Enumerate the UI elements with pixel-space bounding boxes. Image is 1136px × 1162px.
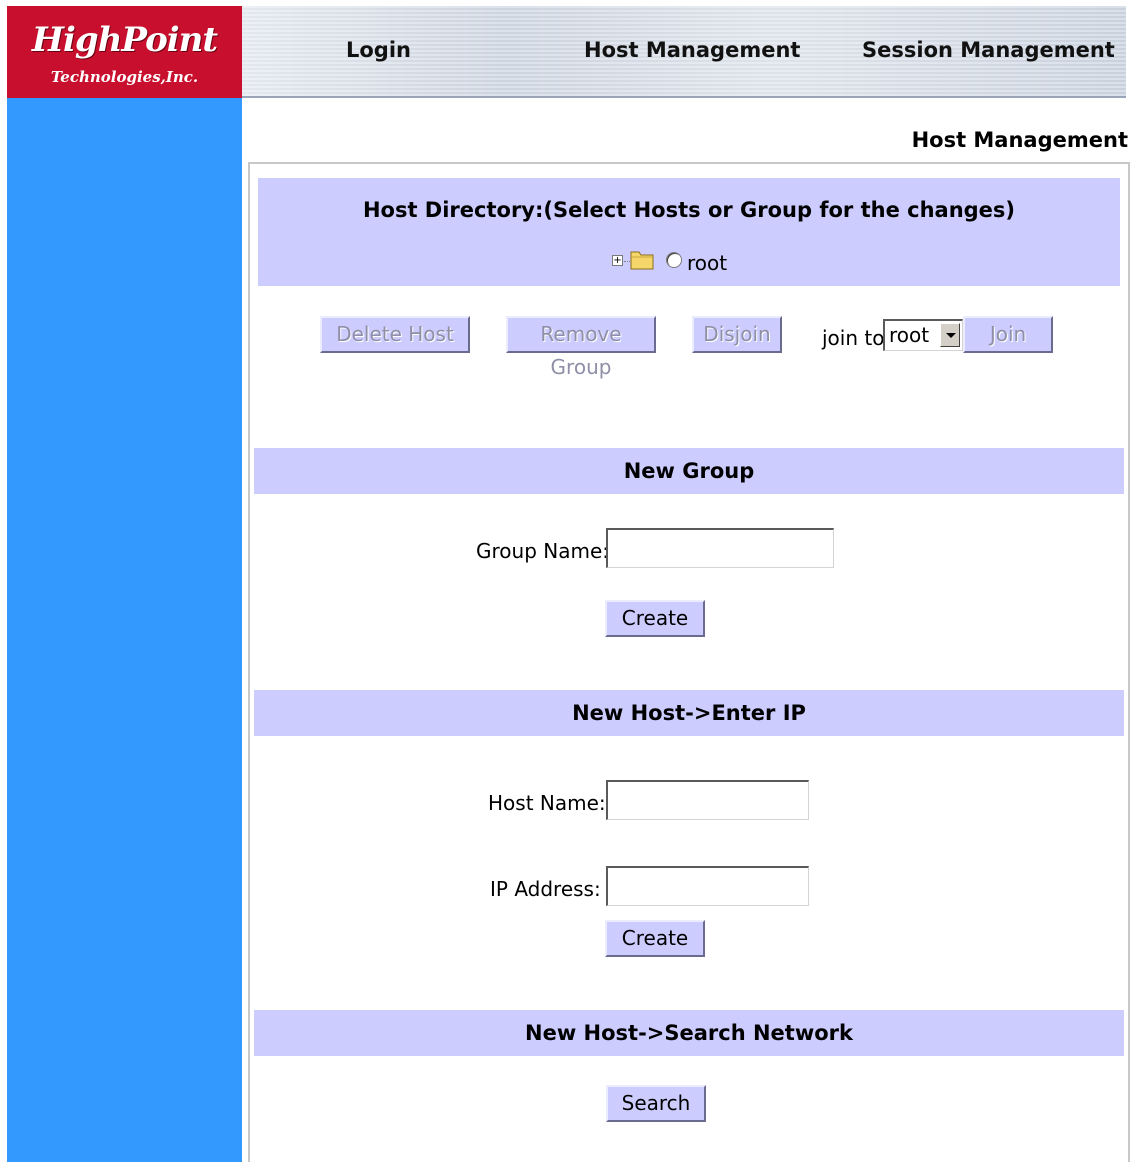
create-group-button[interactable]: Create: [605, 600, 705, 637]
new-host-search-header: New Host->Search Network: [254, 1010, 1124, 1056]
group-name-input[interactable]: [606, 528, 834, 568]
ip-address-input[interactable]: [606, 866, 809, 906]
sidebar: [7, 98, 242, 1162]
logo-wordmark: HighPoint: [31, 20, 218, 60]
highpoint-logo: HighPoint Technologies,Inc.: [7, 6, 242, 98]
nav-login[interactable]: Login: [346, 38, 411, 62]
host-name-label: Host Name:: [488, 791, 606, 815]
new-host-ip-header: New Host->Enter IP: [254, 690, 1124, 736]
chevron-down-icon[interactable]: [940, 323, 960, 347]
tree-root-label: root: [687, 251, 728, 275]
main-content-frame: Host Directory:(Select Hosts or Group fo…: [248, 162, 1130, 1162]
remove-group-button[interactable]: Remove Group: [506, 316, 656, 379]
join-target-select[interactable]: root: [883, 319, 963, 351]
host-directory-header: Host Directory:(Select Hosts or Group fo…: [362, 198, 1016, 222]
nav-host-management[interactable]: Host Management: [584, 38, 800, 62]
nav-session-management[interactable]: Session Management: [862, 38, 1115, 62]
root-radio[interactable]: [666, 252, 682, 268]
group-name-label: Group Name:: [476, 539, 609, 563]
join-button[interactable]: Join: [963, 316, 1053, 353]
delete-host-button[interactable]: Delete Host: [320, 316, 470, 353]
join-to-label: join to: [822, 326, 885, 350]
search-network-button[interactable]: Search: [606, 1085, 706, 1122]
ip-address-label: IP Address:: [490, 877, 601, 901]
create-host-button[interactable]: Create: [605, 920, 705, 957]
join-target-value: root: [889, 323, 930, 347]
folder-icon: [630, 251, 654, 270]
host-name-input[interactable]: [606, 780, 809, 820]
disjoin-button[interactable]: Disjoin: [692, 316, 782, 353]
tree-expand-icon[interactable]: +: [612, 255, 623, 266]
page-title: Host Management: [911, 128, 1128, 152]
new-group-header: New Group: [254, 448, 1124, 494]
logo-tagline: Technologies,Inc.: [50, 68, 199, 86]
top-navigation: Login Host Management Session Management: [242, 6, 1126, 98]
